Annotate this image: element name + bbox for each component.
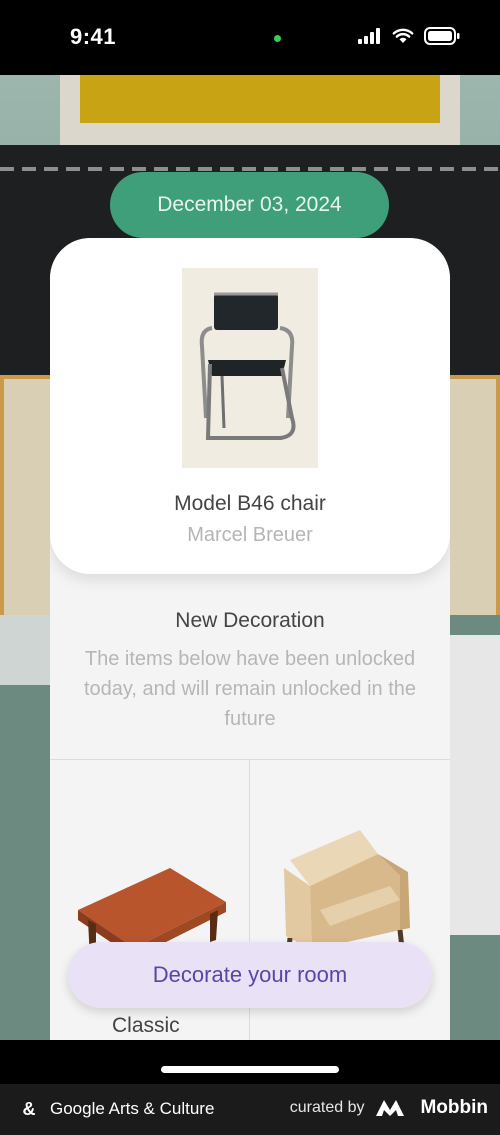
- svg-text:&: &: [23, 1099, 36, 1119]
- wifi-icon: [392, 28, 414, 43]
- artwork-title: Model B46 chair: [174, 492, 326, 515]
- status-time: 9:41: [70, 24, 117, 49]
- decorate-room-button[interactable]: Decorate your room: [68, 942, 432, 1008]
- camera-indicator-dot: [274, 35, 281, 42]
- attribution-footer: & Google Arts & Culture curated by Mobbi…: [0, 1084, 500, 1135]
- chair-photo-icon: [182, 268, 318, 468]
- scene-panel-right: [445, 375, 500, 635]
- home-indicator-area: [0, 1040, 500, 1084]
- signal-icon: [358, 28, 380, 44]
- artwork-card[interactable]: Model B46 chair Marcel Breuer: [50, 238, 450, 574]
- scene-panel-left: [0, 375, 55, 635]
- footer-brand: & Google Arts & Culture: [18, 1098, 215, 1120]
- footer-brand-label: Google Arts & Culture: [50, 1099, 215, 1118]
- status-bar: 9:41: [0, 0, 500, 75]
- scene-tiles-left: [0, 615, 50, 685]
- artwork-image: [182, 268, 318, 468]
- section-heading: New Decoration: [175, 609, 325, 632]
- scene-cabinet-stitching: [0, 167, 500, 171]
- curated-by-label: curated by: [289, 1099, 365, 1116]
- ampersand-logo-icon: &: [23, 1099, 36, 1119]
- home-indicator[interactable]: [161, 1066, 339, 1073]
- artwork-artist: Marcel Breuer: [187, 524, 313, 546]
- section-description: The items below have been unlocked today…: [83, 648, 417, 730]
- mobbin-label: Mobbin: [420, 1097, 488, 1118]
- scene-curtain: [80, 75, 440, 123]
- date-badge: December 03, 2024: [110, 172, 389, 238]
- decoration-item-label: Classic: [112, 1014, 180, 1037]
- footer-curation: curated by Mobbin: [290, 1097, 488, 1119]
- battery-icon: [424, 27, 460, 45]
- mobbin-logo-icon: [376, 1100, 405, 1116]
- status-icons: [358, 26, 460, 46]
- unlock-sheet: Model B46 chair Marcel Breuer New Decora…: [50, 238, 450, 1040]
